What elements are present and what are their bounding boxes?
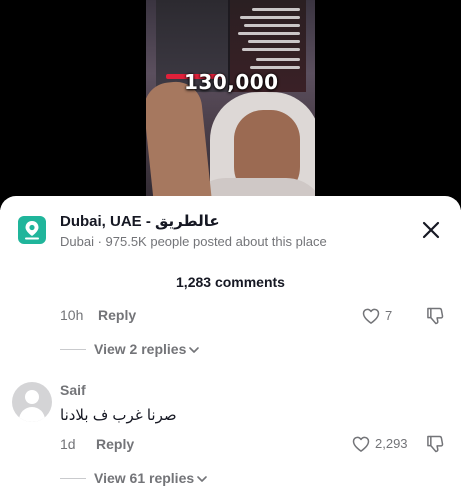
reply-button[interactable]: Reply [96, 436, 134, 452]
like-count: 7 [385, 308, 393, 323]
comment-time: 10h [60, 307, 84, 323]
dislike-button[interactable] [425, 306, 445, 326]
like-button[interactable]: 2,293 [351, 434, 415, 454]
heart-icon [352, 436, 370, 452]
view-replies-label: View 2 replies [94, 341, 187, 357]
comment-meta: 1d Reply [60, 436, 180, 454]
comments-sheet: Dubai, UAE - عالطريق Dubai · 975.5K peop… [0, 196, 461, 500]
chevron-down-icon [189, 347, 199, 353]
heart-icon [362, 308, 380, 324]
video-person-hand [146, 79, 213, 210]
video-player[interactable]: 130,000 [0, 0, 461, 210]
place-title: Dubai, UAE - عالطريق [60, 213, 220, 230]
view-replies-button[interactable]: View 2 replies [60, 341, 240, 359]
comment-meta: 10h Reply [60, 307, 180, 325]
comments-count: 1,283 comments [176, 274, 285, 290]
place-banner[interactable]: Dubai, UAE - عالطريق Dubai · 975.5K peop… [18, 212, 443, 256]
view-replies-button[interactable]: View 61 replies [60, 470, 250, 488]
dislike-button[interactable] [425, 434, 445, 454]
place-subtitle: Dubai · 975.5K people posted about this … [60, 234, 327, 249]
chevron-down-icon [197, 476, 207, 482]
thumbs-down-icon [427, 435, 444, 453]
avatar[interactable] [12, 382, 52, 422]
close-icon[interactable] [419, 218, 443, 242]
view-replies-label: View 61 replies [94, 470, 195, 486]
comment-time: 1d [60, 436, 76, 452]
reply-button[interactable]: Reply [98, 307, 136, 323]
comment-text: صرنا غرب ف بلادنا [60, 407, 177, 424]
comment-username[interactable]: Saif [60, 382, 86, 398]
video-overlay-number: 130,000 [184, 70, 279, 94]
like-count: 2,293 [375, 436, 408, 451]
video-frame: 130,000 [146, 0, 315, 210]
like-button[interactable]: 7 [361, 306, 411, 326]
thumbs-down-icon [427, 307, 444, 325]
location-pin-icon [18, 216, 46, 244]
